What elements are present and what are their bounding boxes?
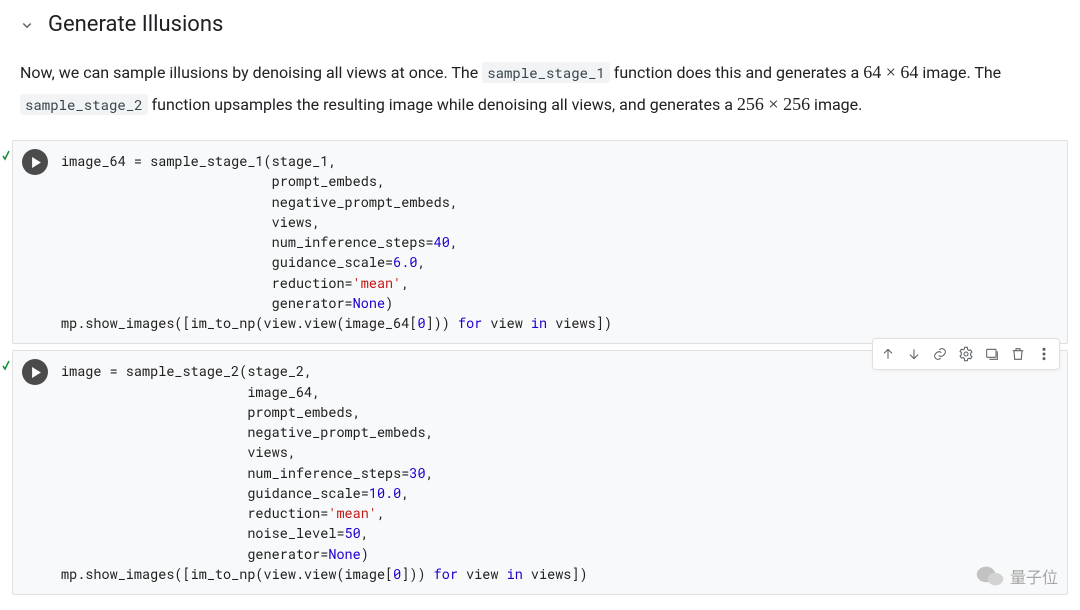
wechat-icon: [976, 564, 1004, 588]
text-span: function upsamples the resulting image w…: [148, 95, 737, 114]
execution-ok-icon: [2, 358, 10, 372]
text-span: image. The: [918, 63, 1001, 82]
section-header: Generate Illusions: [0, 0, 1080, 47]
code-cell: image_64 = sample_stage_1(stage_1, promp…: [12, 140, 1068, 344]
run-button[interactable]: [22, 149, 48, 175]
code-cell: image = sample_stage_2(stage_2, image_64…: [12, 350, 1068, 595]
math-span: 256 × 256: [737, 94, 810, 114]
run-button[interactable]: [22, 359, 48, 385]
execution-ok-icon: [2, 148, 10, 162]
text-span: function does this and generates a: [610, 63, 863, 82]
inline-code: sample_stage_2: [20, 94, 148, 115]
code-editor[interactable]: image_64 = sample_stage_1(stage_1, promp…: [57, 141, 1067, 343]
cell-gutter: [13, 141, 57, 343]
move-down-button[interactable]: [901, 341, 927, 367]
code-editor[interactable]: image = sample_stage_2(stage_2, image_64…: [57, 351, 1067, 594]
watermark-text: 量子位: [1010, 564, 1058, 588]
text-span: image.: [810, 95, 862, 114]
cell-toolbar: [872, 338, 1060, 370]
section-title: Generate Illusions: [48, 12, 223, 37]
link-button[interactable]: [927, 341, 953, 367]
chevron-down-icon[interactable]: [18, 16, 36, 34]
cell-gutter: [13, 351, 57, 594]
markdown-text: Now, we can sample illusions by denoisin…: [0, 47, 1080, 134]
settings-button[interactable]: [953, 341, 979, 367]
math-span: 64 × 64: [863, 62, 918, 82]
mirror-button[interactable]: [979, 341, 1005, 367]
inline-code: sample_stage_1: [482, 62, 610, 83]
watermark: 量子位: [976, 564, 1058, 588]
delete-button[interactable]: [1005, 341, 1031, 367]
text-span: Now, we can sample illusions by denoisin…: [20, 63, 482, 82]
more-button[interactable]: [1031, 341, 1057, 367]
move-up-button[interactable]: [875, 341, 901, 367]
